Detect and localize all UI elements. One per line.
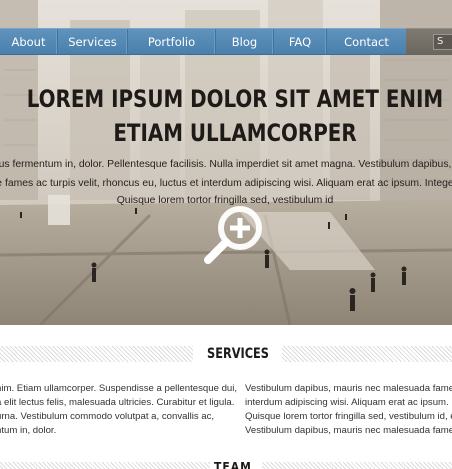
services-left-line-2: a elit lectus felis, malesuada ultricies… [0,397,235,408]
header-hatch-left [0,346,193,362]
main-navigation: About Services Portfolio Blog FAQ Contac… [0,28,406,55]
services-section-header: SERVICES [0,343,452,365]
services-column-right: Vestibulum dapibus, mauris nec malesuada… [245,382,452,438]
nav-item-faq[interactable]: FAQ [274,29,327,54]
hero-headline: LOREM IPSUM DOLOR SIT AMET ENIM ETIAM UL… [19,82,451,150]
hero-headline-line-1: LOREM IPSUM DOLOR SIT AMET ENIM [26,85,444,113]
hero-text-line-1: Phasellus fermentum in, dolor. Pellentes… [0,159,452,170]
next-hatch-right [262,462,452,469]
services-left-line-3: urna. Vestibulum commodo volutpat a, con… [0,411,215,422]
services-left-line-1: nim. Etiam ullamcorper. Suspendisse a pe… [0,383,238,394]
services-left-line-4: ntum in, dolor. [0,425,57,436]
hero-headline-line-2: ETIAM ULLAMCORPER [113,119,357,147]
services-right-line-2: interdum adipiscing wisi. Aliquam erat a… [245,397,452,408]
services-column-left: nim. Etiam ullamcorper. Suspendisse a pe… [0,382,238,438]
hero-banner: About Services Portfolio Blog FAQ Contac… [0,0,452,325]
services-right-line-4: Vestibulum dapibus, mauris nec malesuada… [245,425,452,436]
nav-item-portfolio[interactable]: Portfolio [128,29,216,54]
services-right-line-3: Quisque lorem tortor fringilla sed, vest… [245,411,452,422]
services-right-line-1: Vestibulum dapibus, mauris nec malesuada… [245,383,452,394]
nav-item-about[interactable]: About [0,29,58,54]
next-section-title: TEAM [214,460,252,469]
next-hatch-left [0,462,210,469]
zoom-magnifier-icon[interactable] [204,202,268,266]
services-title: SERVICES [207,346,269,362]
search-input[interactable]: S [433,34,452,50]
nav-item-services[interactable]: Services [58,29,128,54]
header-hatch-right [282,346,452,362]
nav-search-area: S [406,28,452,55]
nav-item-blog[interactable]: Blog [216,29,274,54]
nav-item-contact[interactable]: Contact [327,29,406,54]
